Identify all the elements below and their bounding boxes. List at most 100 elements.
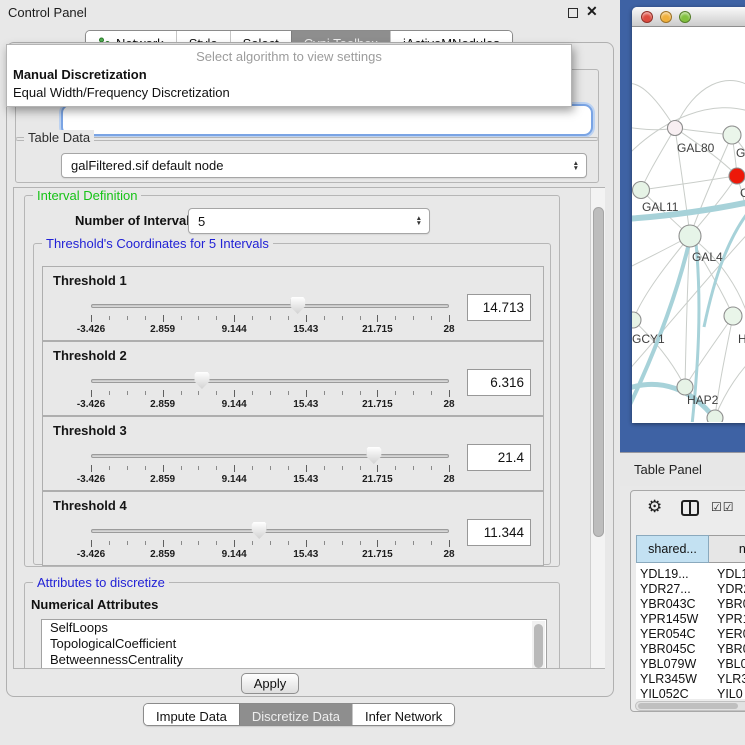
- columns-icon[interactable]: [681, 500, 699, 516]
- network-node-gal80[interactable]: [668, 121, 683, 136]
- cell-name[interactable]: YBR0: [709, 597, 745, 612]
- threshold-slider[interactable]: -3.4262.8599.14415.4321.71528: [87, 366, 457, 414]
- attribute-list-item[interactable]: TopologicalCoefficient: [42, 636, 546, 652]
- tab-discretize-data[interactable]: Discretize Data: [239, 704, 352, 725]
- select-checkboxes-icon[interactable]: ☑☑: [711, 500, 735, 514]
- cell-name[interactable]: YBL0: [709, 657, 745, 672]
- node-label: GAL4: [692, 250, 723, 264]
- algorithm-combobox[interactable]: [61, 104, 593, 136]
- slider-thumb[interactable]: [252, 522, 267, 539]
- zoom-traffic-light-icon[interactable]: [679, 11, 691, 23]
- tick-label: -3.426: [77, 474, 105, 485]
- scrollbar-thumb[interactable]: [534, 624, 543, 668]
- network-node[interactable]: [707, 410, 723, 422]
- minor-tick-mark: [288, 391, 289, 395]
- slider-track[interactable]: [91, 304, 449, 308]
- minor-tick-mark: [413, 541, 414, 545]
- cell-name[interactable]: YLR3: [709, 672, 745, 687]
- network-canvas[interactable]: GAL80GCGAL11GAL4GCY1HHAP2: [632, 27, 745, 422]
- network-graph[interactable]: GAL80GCGAL11GAL4GCY1HHAP2: [632, 27, 745, 422]
- cell-name[interactable]: YBR0: [709, 642, 745, 657]
- float-window-icon[interactable]: [568, 8, 578, 18]
- threshold-value-field[interactable]: 6.316: [467, 369, 531, 396]
- tick-mark: [91, 465, 92, 472]
- table-row[interactable]: YLR345WYLR3: [636, 672, 745, 687]
- dropdown-item[interactable]: Equal Width/Frequency Discretization: [7, 84, 571, 102]
- minor-tick-mark: [127, 541, 128, 545]
- network-node-h[interactable]: [724, 307, 742, 325]
- cell-name[interactable]: YPR1: [709, 612, 745, 627]
- slider-thumb[interactable]: [194, 372, 209, 389]
- close-traffic-light-icon[interactable]: [641, 11, 653, 23]
- cell-shared-name[interactable]: YBR043C: [636, 597, 709, 612]
- cell-shared-name[interactable]: YDL19...: [636, 567, 709, 582]
- minimize-traffic-light-icon[interactable]: [660, 11, 672, 23]
- network-node-gcy1[interactable]: [632, 312, 641, 328]
- tab-impute-data[interactable]: Impute Data: [144, 704, 239, 725]
- column-header-shared-name[interactable]: shared...: [636, 535, 709, 563]
- table-row[interactable]: YBR043CYBR0: [636, 597, 745, 612]
- table-row[interactable]: YPR145WYPR1: [636, 612, 745, 627]
- table-row[interactable]: YBR045CYBR0: [636, 642, 745, 657]
- cell-shared-name[interactable]: YBR045C: [636, 642, 709, 657]
- column-header-name[interactable]: name: [709, 535, 745, 563]
- network-node-g[interactable]: [723, 126, 741, 144]
- gear-icon[interactable]: ⚙: [647, 497, 662, 517]
- dropdown-item[interactable]: Manual Discretization: [7, 66, 571, 84]
- tick-mark: [449, 390, 450, 397]
- table-data-combobox[interactable]: galFiltered.sif default node ▲▼: [61, 153, 587, 178]
- number-of-intervals-combobox[interactable]: 5 ▲▼: [188, 208, 430, 234]
- network-node-gal4[interactable]: [679, 225, 701, 247]
- threshold-value-field[interactable]: 14.713: [467, 294, 531, 321]
- threshold-slider[interactable]: -3.4262.8599.14415.4321.71528: [87, 516, 457, 564]
- threshold-value-field[interactable]: 11.344: [467, 519, 531, 546]
- slider-thumb[interactable]: [290, 297, 305, 314]
- panel-title: Control Panel: [8, 5, 87, 20]
- table-row[interactable]: YBL079WYBL0: [636, 657, 745, 672]
- network-node-c[interactable]: [729, 168, 745, 184]
- table-rows[interactable]: YDL19...YDL1YDR27...YDR2YBR043CYBR0YPR14…: [636, 563, 745, 699]
- table-row[interactable]: YIL052CYIL0: [636, 687, 745, 699]
- apply-button[interactable]: Apply: [241, 673, 299, 694]
- scrollbar-thumb[interactable]: [638, 703, 738, 709]
- table-row[interactable]: YDL19...YDL1: [636, 567, 745, 582]
- slider-thumb[interactable]: [366, 447, 381, 464]
- slider-track[interactable]: [91, 379, 449, 383]
- attribute-list-item[interactable]: BetweennessCentrality: [42, 652, 546, 668]
- cell-name[interactable]: YDL1: [709, 567, 745, 582]
- threshold-value-field[interactable]: 21.4: [467, 444, 531, 471]
- cell-name[interactable]: YDR2: [709, 582, 745, 597]
- tab-infer-network[interactable]: Infer Network: [352, 704, 454, 725]
- table-row[interactable]: YER054CYER0: [636, 627, 745, 642]
- network-edge[interactable]: [675, 80, 745, 128]
- slider-track[interactable]: [91, 454, 449, 458]
- threshold-slider[interactable]: -3.4262.8599.14415.4321.71528: [87, 441, 457, 489]
- cell-shared-name[interactable]: YER054C: [636, 627, 709, 642]
- attributes-scrollbar[interactable]: [532, 621, 545, 669]
- cell-shared-name[interactable]: YPR145W: [636, 612, 709, 627]
- cell-name[interactable]: YER0: [709, 627, 745, 642]
- cell-shared-name[interactable]: YIL052C: [636, 687, 709, 699]
- main-scrollbar[interactable]: [590, 188, 605, 668]
- dropdown-item[interactable]: Select algorithm to view settings: [7, 48, 571, 66]
- tick-mark: [449, 465, 450, 472]
- network-edge[interactable]: [632, 84, 675, 128]
- attribute-list-item[interactable]: SelfLoops: [42, 620, 546, 636]
- close-icon[interactable]: ✕: [586, 3, 598, 20]
- cell-shared-name[interactable]: YLR345W: [636, 672, 709, 687]
- horizontal-scrollbar[interactable]: [635, 701, 745, 711]
- scrollbar-thumb[interactable]: [593, 207, 604, 537]
- cell-shared-name[interactable]: YDR27...: [636, 582, 709, 597]
- table-row[interactable]: YDR27...YDR2: [636, 582, 745, 597]
- network-window-titlebar[interactable]: [632, 7, 745, 27]
- network-node-gal11[interactable]: [633, 182, 650, 199]
- tick-label: 15.43: [293, 324, 318, 335]
- network-edge[interactable]: [641, 128, 675, 190]
- threshold-slider[interactable]: -3.4262.8599.14415.4321.71528: [87, 291, 457, 339]
- table-data-value: galFiltered.sif default node: [71, 158, 223, 173]
- slider-track[interactable]: [91, 529, 449, 533]
- cell-shared-name[interactable]: YBL079W: [636, 657, 709, 672]
- cell-name[interactable]: YIL0: [709, 687, 743, 699]
- numerical-attributes-list[interactable]: SelfLoopsTopologicalCoefficientBetweenne…: [41, 619, 547, 669]
- minor-tick-mark: [360, 541, 361, 545]
